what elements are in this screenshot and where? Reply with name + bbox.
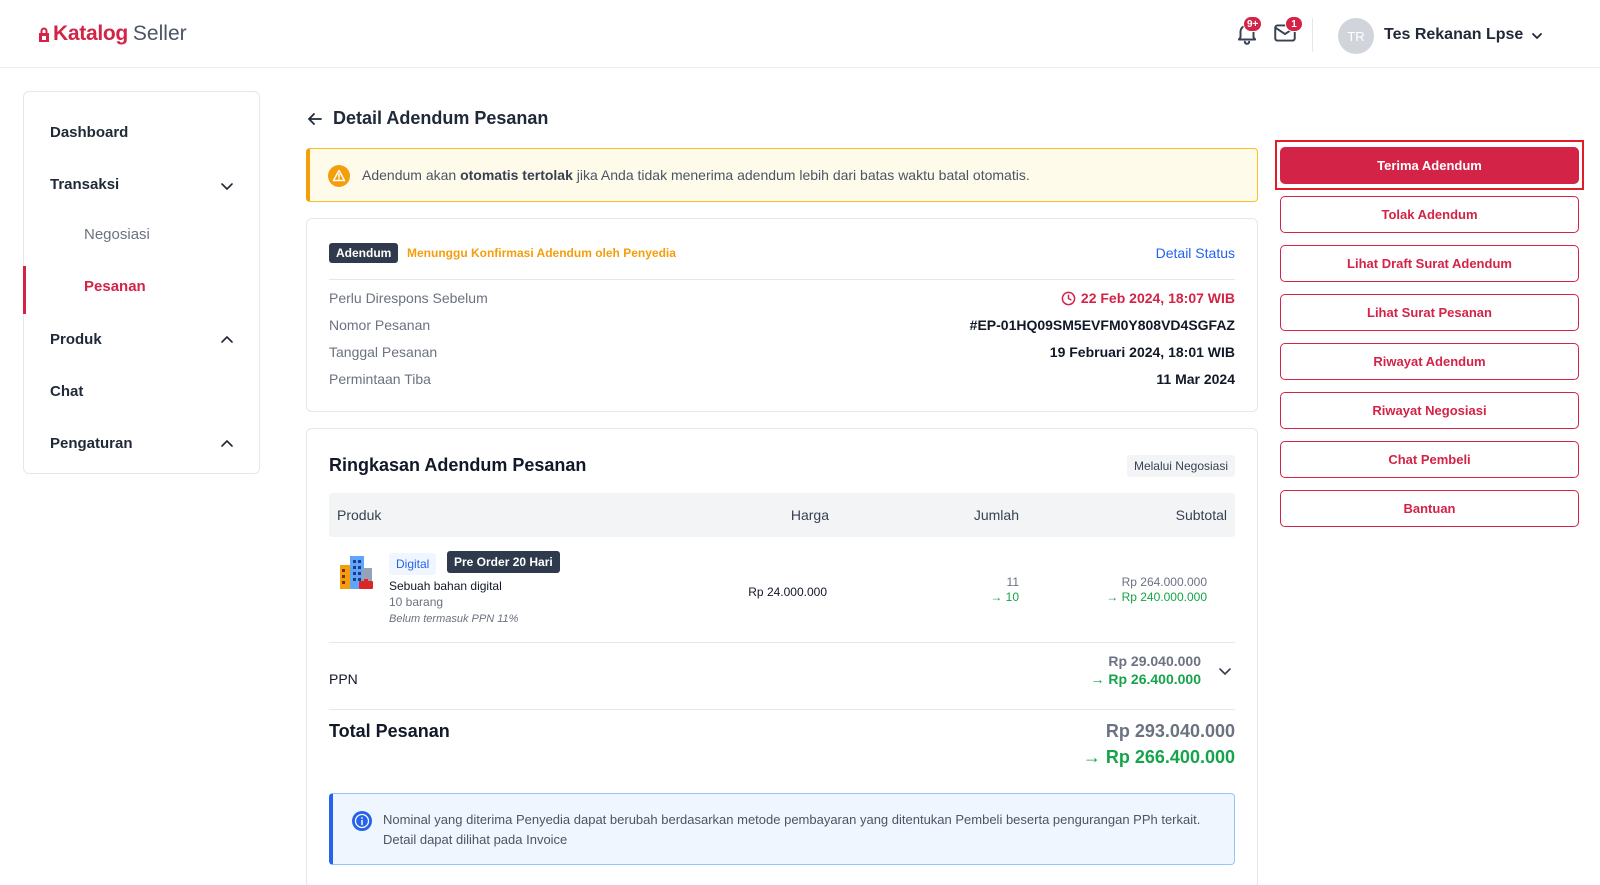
sidebar-item-chat[interactable]: Chat (50, 383, 83, 400)
notification-button[interactable]: 9+ (1234, 16, 1263, 48)
total-label: Total Pesanan (329, 721, 450, 741)
chat-buyer-button[interactable]: Chat Pembeli (1280, 441, 1579, 478)
total-old: Rp 293.040.000 (1105, 721, 1235, 741)
respond-before-value: 22 Feb 2024, 18:07 WIB (1061, 290, 1235, 306)
warning-icon (328, 165, 350, 187)
summary-title: Ringkasan Adendum Pesanan (329, 455, 587, 475)
adendum-tag: Adendum (329, 243, 399, 263)
arrival-request-value: 11 Mar 2024 (1156, 371, 1235, 387)
avatar[interactable]: TR (1338, 18, 1374, 54)
tax-note: Belum termasuk PPN 11% (389, 613, 519, 625)
subtotal-old: Rp 264.000.000 (1121, 575, 1207, 589)
chevron-up-icon[interactable] (220, 437, 234, 451)
logo-brand: Katalog (53, 22, 128, 45)
preorder-tag: Pre Order 20 Hari (447, 551, 560, 573)
info-icon (352, 811, 372, 831)
info-text: Nominal yang diterima Penyedia dapat ber… (383, 812, 1201, 847)
order-number-label: Nomor Pesanan (329, 317, 431, 333)
sidebar-item-negosiasi[interactable]: Negosiasi (84, 226, 150, 243)
status-text: Menunggu Konfirmasi Adendum oleh Penyedi… (407, 246, 676, 260)
table-header: Produk Harga Jumlah Subtotal (329, 493, 1235, 537)
active-indicator (23, 266, 26, 314)
source-tag: Melalui Negosiasi (1126, 455, 1235, 477)
view-order-letter-button[interactable]: Lihat Surat Pesanan (1280, 294, 1579, 331)
digital-tag: Digital (389, 553, 437, 575)
accept-addendum-button[interactable]: Terima Adendum (1280, 147, 1579, 184)
subtotal-new: → Rp 240.000.000 (1106, 590, 1207, 604)
mail-count-badge: 1 (1285, 16, 1303, 32)
ppn-label: PPN (329, 671, 358, 687)
warning-text: Adendum akan otomatis tertolak jika Anda… (362, 167, 1030, 183)
arrival-request-label: Permintaan Tiba (329, 371, 431, 387)
negotiation-history-button[interactable]: Riwayat Negosiasi (1280, 392, 1579, 429)
qty-old: 11 (1006, 575, 1019, 589)
sidebar: Dashboard Transaksi Negosiasi Pesanan Pr… (23, 91, 260, 474)
mail-button[interactable]: 1 (1272, 16, 1303, 48)
logo-suffix: Seller (132, 22, 187, 45)
column-qty: Jumlah (973, 507, 1019, 523)
warning-banner: Adendum akan otomatis tertolak jika Anda… (306, 148, 1258, 202)
help-button[interactable]: Bantuan (1280, 490, 1579, 527)
top-navbar: Katalog Seller 9+ 1 TR Tes Rekanan Lpse (0, 0, 1600, 68)
shopping-bag-icon (39, 27, 49, 42)
page-title: Detail Adendum Pesanan (333, 108, 549, 128)
chevron-up-icon[interactable] (220, 333, 234, 347)
status-card: Adendum Menunggu Konfirmasi Adendum oleh… (306, 218, 1258, 412)
header-divider (1312, 18, 1313, 52)
chevron-down-icon[interactable] (1530, 29, 1544, 43)
info-banner: Nominal yang diterima Penyedia dapat ber… (329, 793, 1235, 865)
qty-new: → 10 (990, 590, 1019, 604)
warning-suffix: jika Anda tidak menerima adendum lebih d… (572, 167, 1030, 183)
column-product: Produk (337, 507, 382, 523)
order-date-value: 19 Februari 2024, 18:01 WIB (1049, 344, 1235, 360)
sidebar-item-pengaturan[interactable]: Pengaturan (50, 435, 133, 452)
ppn-old: Rp 29.040.000 (1108, 653, 1201, 669)
addendum-history-button[interactable]: Riwayat Adendum (1280, 343, 1579, 380)
clock-icon (1061, 291, 1076, 305)
column-subtotal: Subtotal (1175, 507, 1227, 523)
divider (329, 709, 1235, 710)
deadline-text: 22 Feb 2024, 18:07 WIB (1080, 290, 1235, 306)
page-header: Detail Adendum Pesanan (306, 108, 548, 129)
view-addendum-draft-button[interactable]: Lihat Draft Surat Adendum (1280, 245, 1579, 282)
sidebar-item-dashboard[interactable]: Dashboard (50, 124, 128, 141)
order-date-label: Tanggal Pesanan (329, 344, 438, 360)
sidebar-item-pesanan[interactable]: Pesanan (84, 278, 146, 295)
column-price: Harga (790, 507, 829, 523)
reject-addendum-button[interactable]: Tolak Adendum (1280, 196, 1579, 233)
sidebar-item-transaksi[interactable]: Transaksi (50, 176, 119, 193)
divider (329, 642, 1235, 643)
product-image (340, 556, 373, 589)
detail-status-link[interactable]: Detail Status (1156, 245, 1235, 261)
warning-emphasis: otomatis tertolak (460, 167, 573, 183)
warning-prefix: Adendum akan (362, 167, 461, 183)
ppn-new: → Rp 26.400.000 (1090, 671, 1201, 687)
product-qty-text: 10 barang (389, 595, 444, 609)
product-name[interactable]: Sebuah bahan digital (389, 579, 502, 593)
summary-card: Ringkasan Adendum Pesanan Melalui Negosi… (306, 428, 1258, 885)
chevron-down-icon[interactable] (220, 179, 234, 193)
total-new: → Rp 266.400.000 (1082, 747, 1235, 767)
notification-count-badge: 9+ (1243, 16, 1263, 32)
chevron-down-icon[interactable] (1217, 663, 1233, 679)
sidebar-item-produk[interactable]: Produk (50, 331, 102, 348)
respond-before-label: Perlu Direspons Sebelum (329, 290, 488, 306)
order-number-value: #EP-01HQ09SM5EVFM0Y808VD4SGFAZ (969, 317, 1235, 333)
product-price: Rp 24.000.000 (748, 585, 827, 599)
arrow-left-icon[interactable] (306, 110, 324, 128)
user-name[interactable]: Tes Rekanan Lpse (1384, 26, 1523, 44)
divider (329, 279, 1235, 280)
katalog-logo[interactable]: Katalog Seller (37, 22, 187, 46)
